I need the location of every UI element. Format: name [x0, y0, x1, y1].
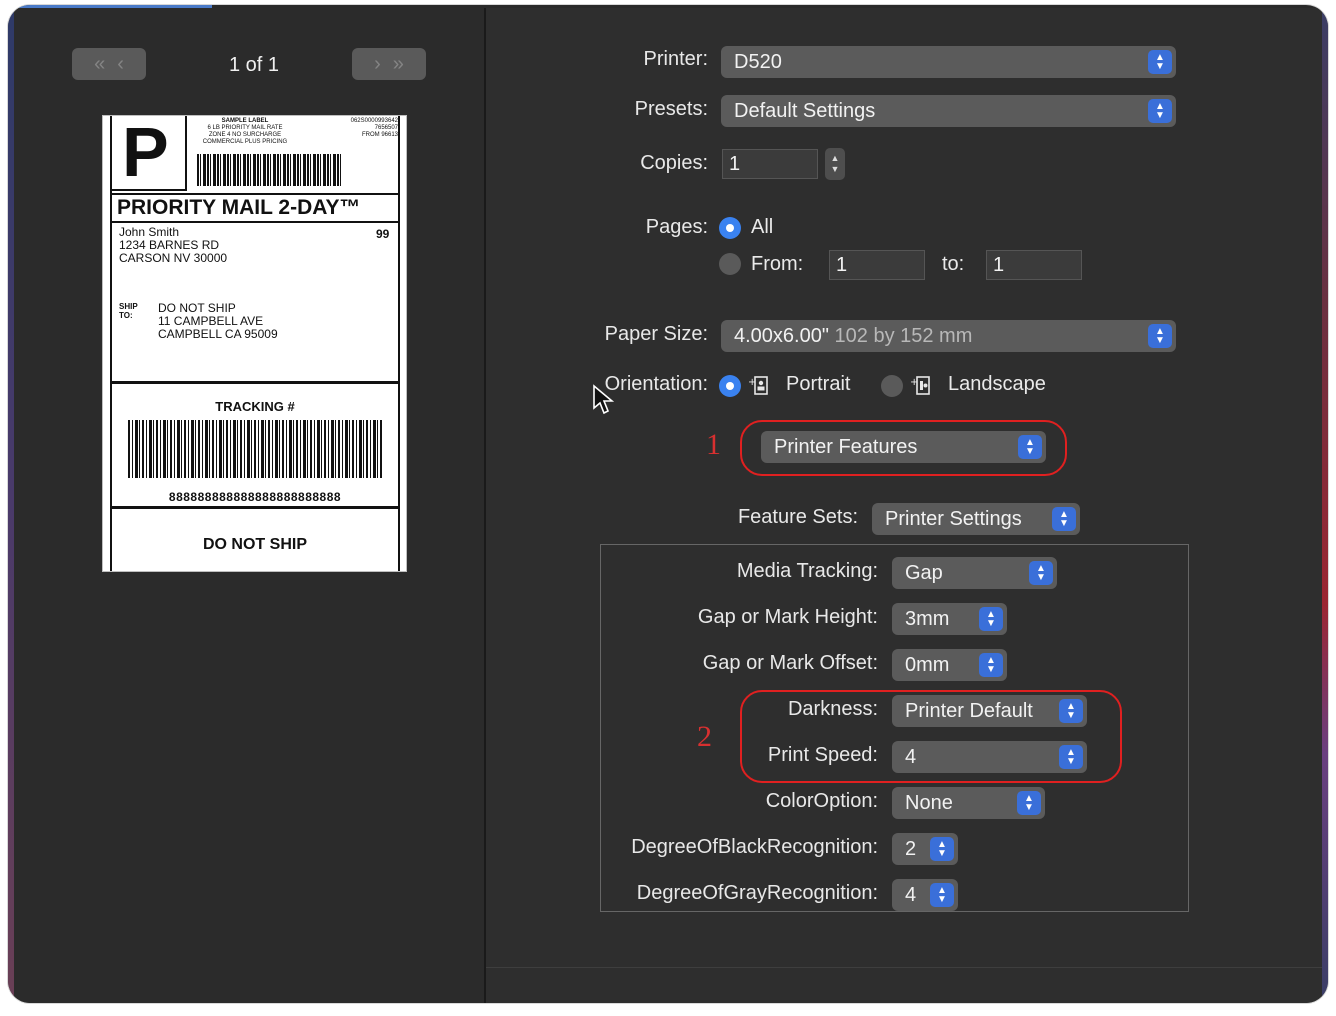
gray-recognition-popup[interactable]: 4 ▲ ▼ [892, 879, 958, 911]
pages-label: Pages: [645, 216, 708, 238]
tracking-title: TRACKING # [215, 399, 295, 414]
annotation-circle-1 [740, 420, 1067, 476]
desktop-edge-right [1322, 5, 1328, 1003]
feature-sets-label: Feature Sets: [737, 506, 858, 528]
pages-from-radio[interactable] [719, 253, 741, 275]
gray-recognition-value: 4 [905, 884, 917, 906]
from-number: 99 [376, 227, 390, 241]
shipping-label-preview: P SAMPLE LABEL 6 LB PRIORITY MAIL RATE Z… [102, 113, 407, 572]
black-recognition-label: DegreeOfBlackRecognition: [631, 836, 878, 858]
paper-size-popup[interactable]: 4.00x6.00" 102 by 152 mm ▲ ▼ [721, 320, 1176, 352]
gap-height-value: 3mm [905, 608, 950, 630]
presets-popup[interactable]: Default Settings ▲ ▼ [721, 95, 1176, 127]
label-header-right: 062S0000993642 7656507 FROM 96613 [350, 118, 398, 138]
service-letter: P [122, 113, 169, 191]
orientation-landscape-label: Landscape [948, 373, 1046, 395]
paper-size-value: 4.00x6.00" [734, 325, 829, 347]
orientation-label: Orientation: [604, 373, 708, 395]
copies-stepper[interactable]: ▲ ▼ [825, 148, 845, 180]
ship-to-address: DO NOT SHIP 11 CAMPBELL AVE CAMPBELL CA … [158, 301, 278, 341]
popup-chevron-icon: ▲ ▼ [1148, 324, 1172, 348]
orientation-portrait-label: Portrait [786, 373, 851, 395]
mouse-pointer-icon [593, 384, 614, 415]
popup-chevron-icon: ▲ ▼ [979, 607, 1003, 631]
popup-chevron-icon: ▲ ▼ [1017, 791, 1041, 815]
preview-sidebar: « ‹ 1 of 1 › » P SAMPLE LABEL 6 LB PRIOR… [14, 8, 484, 1003]
from-address: John Smith 1234 BARNES RD CARSON NV 3000… [119, 225, 228, 265]
previous-pages-button[interactable]: « ‹ [72, 48, 146, 80]
popup-chevron-icon: ▲ ▼ [1029, 561, 1053, 585]
previous-page-icon: ‹ [117, 52, 124, 75]
last-page-icon: » [392, 52, 404, 75]
next-page-icon: › [374, 52, 381, 75]
media-tracking-label: Media Tracking: [736, 560, 878, 582]
tracking-barcode [128, 420, 382, 478]
pages-all-radio[interactable] [719, 217, 741, 239]
pages-to-label: to: [942, 253, 965, 275]
tracking-number: 888888888888888888888888 [168, 490, 342, 504]
pages-all-label: All [751, 216, 774, 238]
orientation-landscape-radio[interactable] [881, 375, 903, 397]
popup-chevron-icon: ▲ ▼ [979, 653, 1003, 677]
copies-label: Copies: [640, 152, 708, 174]
annotation-number-2: 2 [697, 720, 712, 753]
black-recognition-value: 2 [905, 838, 917, 860]
popup-chevron-icon: ▲ ▼ [1052, 507, 1076, 531]
postage-barcode [197, 154, 342, 186]
color-option-popup[interactable]: None ▲ ▼ [892, 787, 1045, 819]
ship-to-label: SHIP TO: [119, 302, 138, 320]
popup-chevron-icon: ▲ ▼ [1148, 50, 1172, 74]
black-recognition-popup[interactable]: 2 ▲ ▼ [892, 833, 958, 865]
paper-size-detail: 102 by 152 mm [834, 325, 973, 347]
printer-popup[interactable]: D520 ▲ ▼ [721, 46, 1176, 78]
service-letter-box: P [112, 113, 187, 191]
label-header-text: SAMPLE LABEL 6 LB PRIORITY MAIL RATE ZON… [202, 118, 288, 145]
paper-size-label: Paper Size: [604, 323, 708, 345]
separator [112, 381, 398, 384]
popup-chevron-icon: ▲ ▼ [930, 837, 954, 861]
feature-sets-popup[interactable]: Printer Settings ▲ ▼ [872, 503, 1080, 535]
annotation-number-1: 1 [706, 428, 721, 461]
gap-offset-popup[interactable]: 0mm ▲ ▼ [892, 649, 1007, 681]
page-counter: 1 of 1 [228, 54, 280, 76]
pages-from-field[interactable]: 1 [829, 250, 925, 280]
orientation-portrait-radio[interactable] [719, 375, 741, 397]
gap-height-label: Gap or Mark Height: [697, 606, 878, 628]
presets-label: Presets: [634, 98, 708, 120]
first-page-icon: « [94, 52, 106, 75]
printer-value: D520 [734, 51, 782, 73]
printer-label: Printer: [643, 48, 708, 70]
gray-recognition-label: DegreeOfGrayRecognition: [636, 882, 878, 904]
annotation-circle-2 [740, 690, 1122, 783]
separator [112, 506, 398, 509]
media-tracking-popup[interactable]: Gap ▲ ▼ [892, 557, 1057, 589]
landscape-icon: + [910, 376, 930, 395]
feature-sets-value: Printer Settings [885, 508, 1022, 530]
copies-field[interactable]: 1 [722, 149, 818, 179]
gap-offset-value: 0mm [905, 654, 950, 676]
next-pages-button[interactable]: › » [352, 48, 426, 80]
pages-to-field[interactable]: 1 [986, 250, 1082, 280]
color-option-label: ColorOption: [765, 790, 878, 812]
gap-height-popup[interactable]: 3mm ▲ ▼ [892, 603, 1007, 635]
label-footer: DO NOT SHIP [202, 536, 307, 553]
gap-offset-label: Gap or Mark Offset: [702, 652, 878, 674]
presets-value: Default Settings [734, 100, 876, 122]
popup-chevron-icon: ▲ ▼ [930, 883, 954, 907]
portrait-icon: + [748, 376, 768, 395]
color-option-value: None [905, 792, 953, 814]
popup-chevron-icon: ▲ ▼ [1148, 99, 1172, 123]
media-tracking-value: Gap [905, 562, 943, 584]
bottom-separator [486, 967, 1322, 968]
service-title: PRIORITY MAIL 2-DAY™ [112, 193, 398, 223]
pages-from-label: From: [751, 253, 804, 275]
